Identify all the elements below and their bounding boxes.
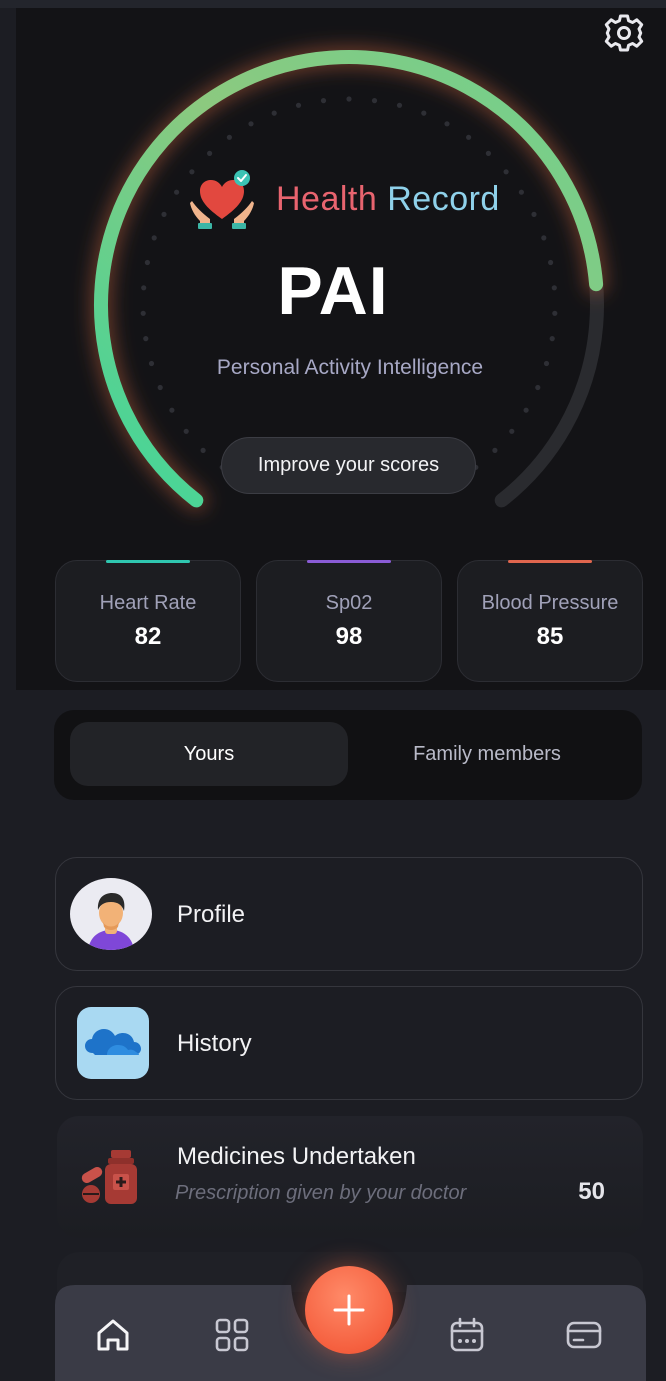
brand-health: Health [276, 180, 388, 218]
brand-record: Record [387, 180, 500, 218]
profile-label: Profile [177, 901, 246, 928]
metric-label: Heart Rate [99, 592, 197, 614]
add-icon [333, 1294, 365, 1326]
history-label: History [177, 1030, 252, 1057]
metric-label: Blood Pressure [481, 592, 619, 614]
metric-value: 85 [536, 623, 564, 650]
gear-icon[interactable] [601, 10, 647, 56]
person-icon [88, 893, 134, 950]
add-button[interactable] [305, 1266, 393, 1354]
heart-hands-logo [190, 170, 254, 229]
avatar [70, 878, 152, 950]
metric-card-blood-pressure[interactable]: Blood Pressure 85 [457, 560, 643, 682]
metric-accent-bar [106, 560, 190, 563]
metric-value: 98 [335, 623, 363, 650]
metric-accent-bar [508, 560, 592, 563]
card-icon[interactable] [565, 1316, 603, 1354]
tab-family-members[interactable]: Family members [348, 722, 626, 786]
medicines-count: 50 [578, 1178, 605, 1205]
medicine-bottle-icon [81, 1150, 137, 1204]
page-subtitle: Personal Activity Intelligence [216, 356, 484, 379]
improve-scores-button[interactable]: Improve your scores [221, 437, 476, 494]
medicines-subtitle: Prescription given by your doctor [175, 1182, 467, 1204]
segmented-tabs: Yours Family members [54, 710, 642, 800]
app-brand-title: Health Record [276, 180, 500, 219]
metric-value: 82 [134, 623, 162, 650]
tab-yours[interactable]: Yours [70, 722, 348, 786]
home-icon[interactable] [94, 1316, 132, 1354]
top-strip [0, 0, 666, 8]
metric-card-spo2[interactable]: Sp02 98 [256, 560, 442, 682]
medicines-title: Medicines Undertaken [177, 1143, 416, 1170]
metric-card-heart-rate[interactable]: Heart Rate 82 [55, 560, 241, 682]
cloud-icon [77, 1007, 149, 1079]
metric-accent-bar [307, 560, 391, 563]
page-title: PAI [277, 253, 389, 329]
calendar-icon[interactable] [448, 1316, 486, 1354]
grid-icon[interactable] [213, 1316, 251, 1354]
history-card[interactable]: History [55, 986, 643, 1100]
medicines-card[interactable]: Medicines Undertaken Prescription given … [57, 1116, 643, 1238]
metric-label: Sp02 [325, 592, 373, 614]
profile-card[interactable]: Profile [55, 857, 643, 971]
